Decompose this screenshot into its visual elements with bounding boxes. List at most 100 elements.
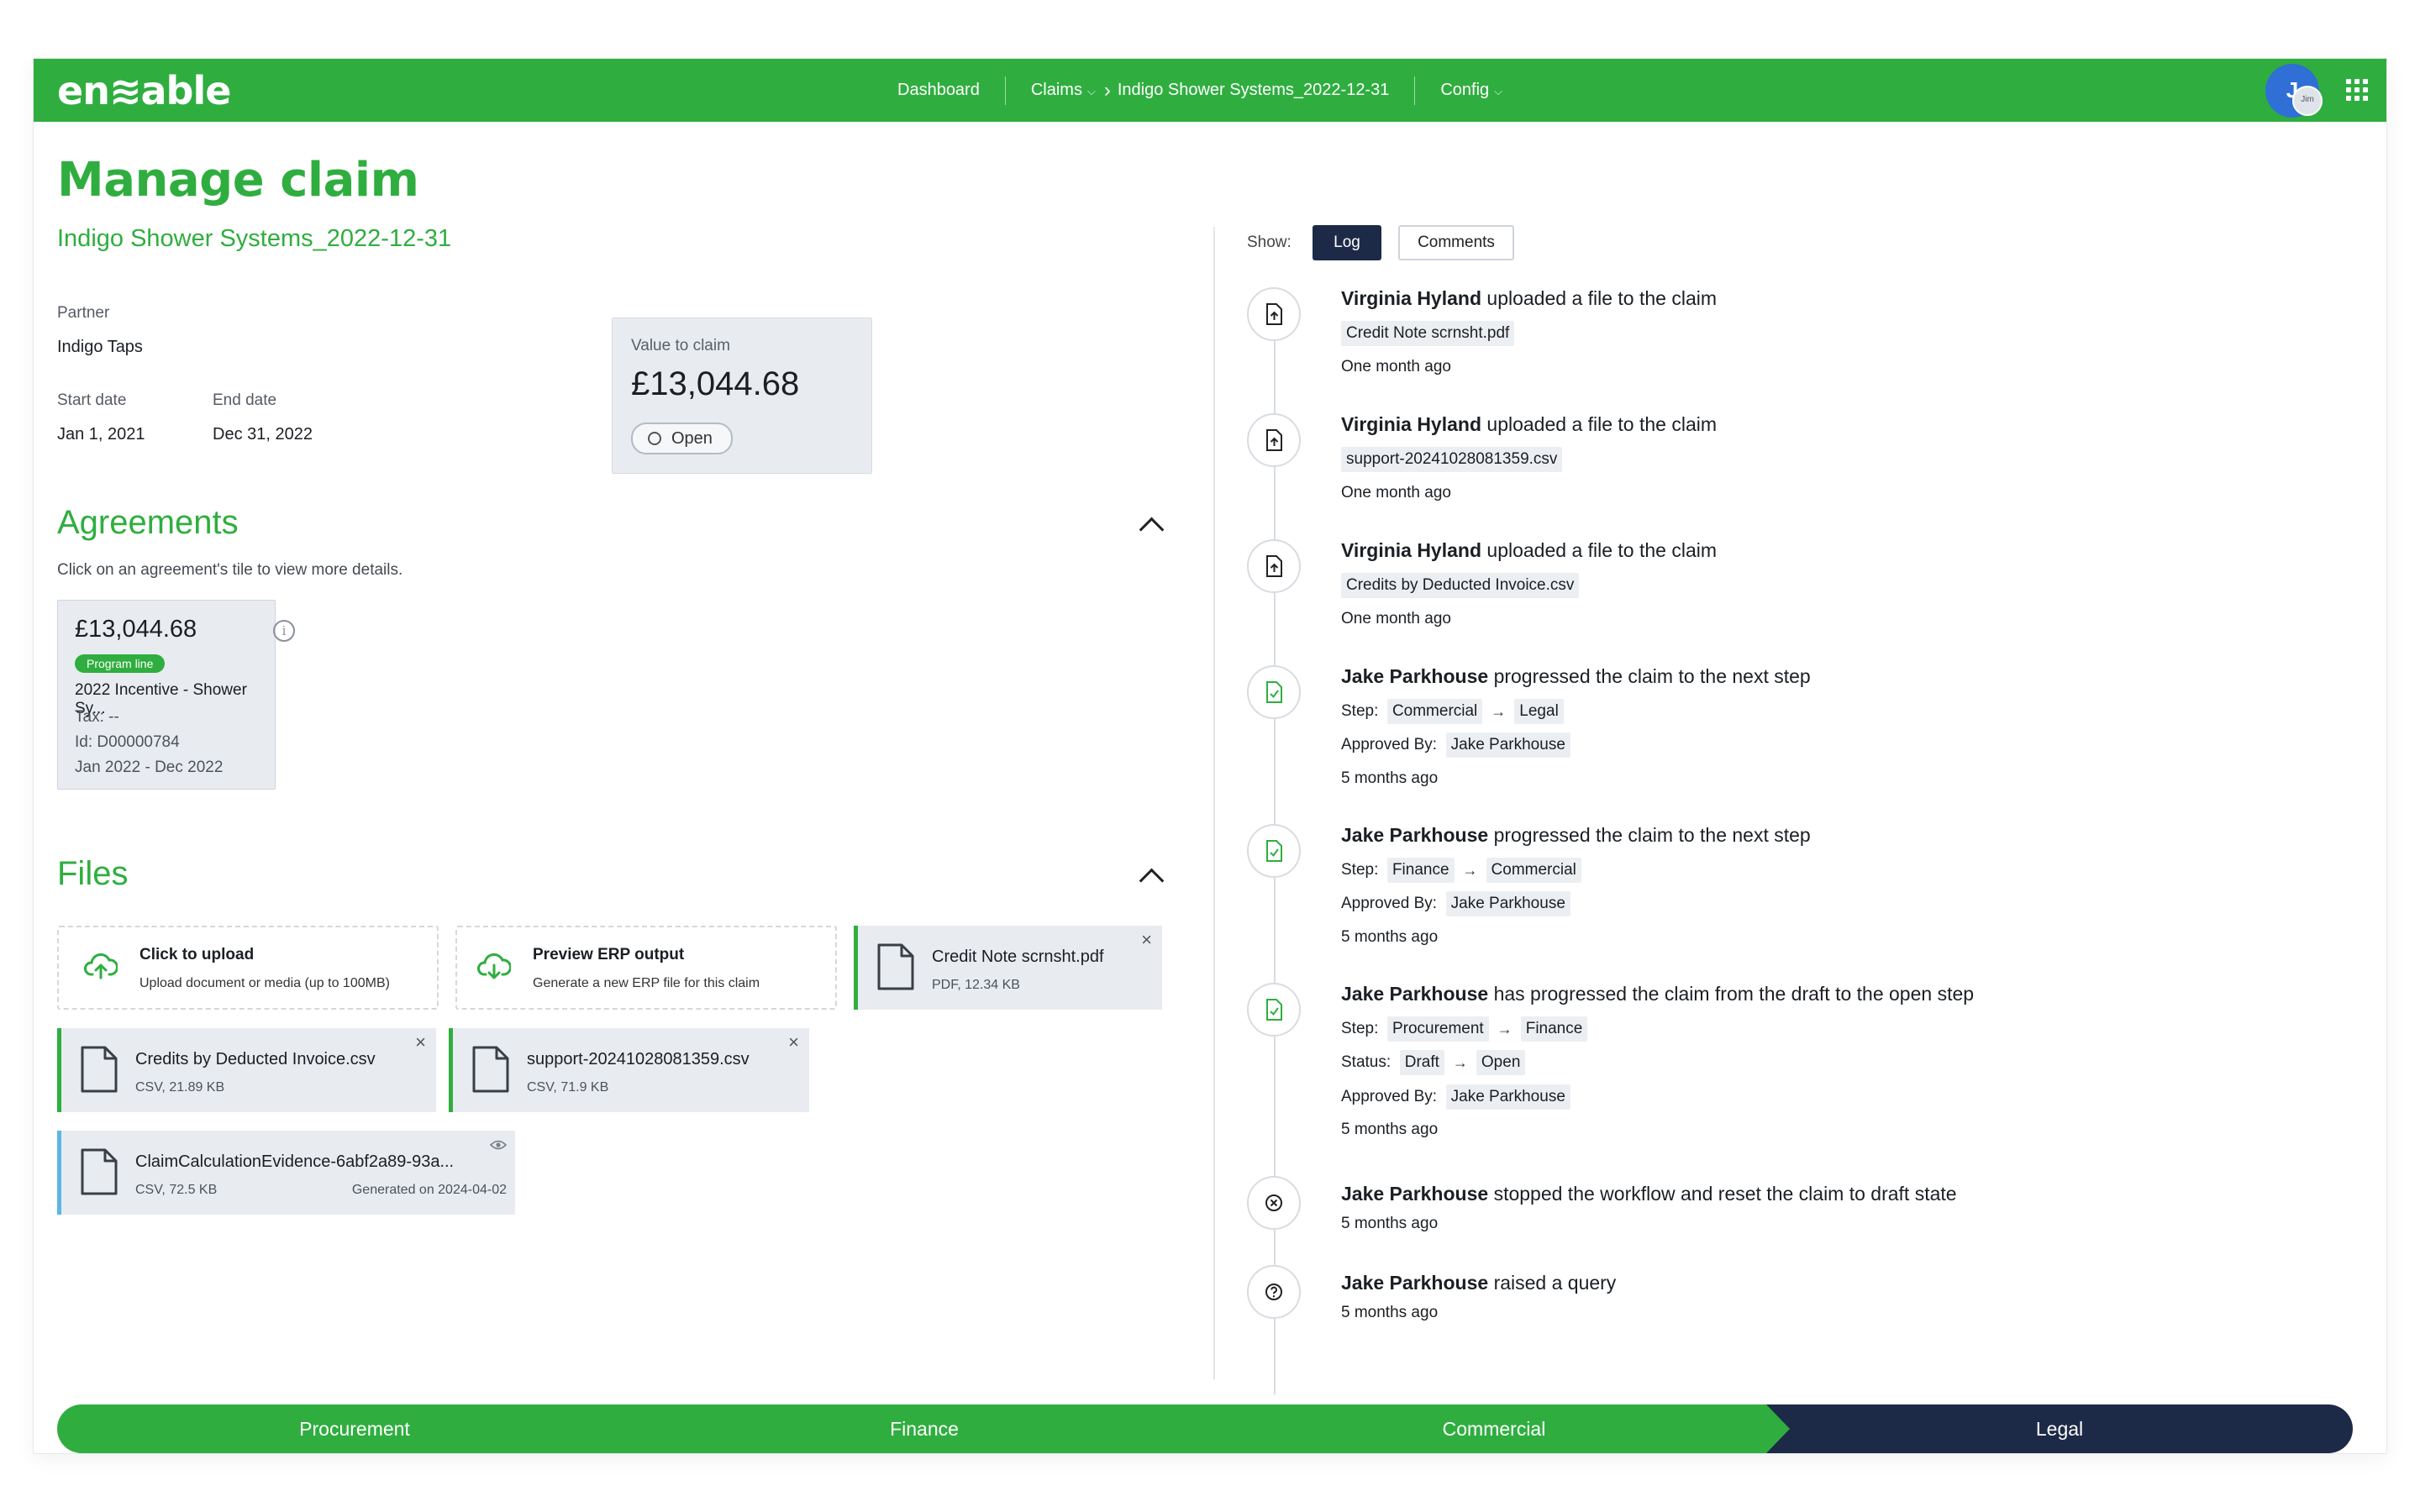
log-time: 5 months ago <box>1341 1304 1439 1321</box>
log-entry: Jake Parkhouse stopped the workflow and … <box>1247 1176 2356 1252</box>
step-legal[interactable]: Legal <box>1766 1404 2353 1453</box>
log-step-row: Step: Finance → Commercial <box>1341 858 1581 883</box>
claim-name: Indigo Shower Systems_2022-12-31 <box>57 225 452 252</box>
nav-config[interactable]: Config ⌵ <box>1440 81 1502 100</box>
status-circle-icon <box>648 432 661 445</box>
status-label: Status: <box>1341 1053 1392 1071</box>
workflow-stepper: Procurement Finance Commercial Legal <box>57 1404 2353 1453</box>
cloud-upload-icon <box>84 953 118 979</box>
log-time: One month ago <box>1341 610 1451 627</box>
log-file-row: Credit Note scrnsht.pdf <box>1341 321 1515 346</box>
log-action: progressed the claim to the next step <box>1493 665 1811 687</box>
approved-label: Approved By: <box>1341 895 1438 912</box>
file-meta: PDF, 12.34 KB <box>932 978 1020 992</box>
comments-toggle-button[interactable]: Comments <box>1398 225 1514 260</box>
approved-label: Approved By: <box>1341 1088 1438 1105</box>
collapse-files-chevron-icon[interactable] <box>1139 868 1165 894</box>
nav-dashboard[interactable]: Dashboard <box>897 81 980 100</box>
status-to-chip: Open <box>1476 1050 1526 1075</box>
file-tile[interactable]: support-20241028081359.csv CSV, 71.9 KB … <box>449 1028 809 1112</box>
file-name: Credits by Deducted Invoice.csv <box>135 1050 376 1068</box>
log-step-row: Step: Procurement → Finance <box>1341 1016 1588 1042</box>
log-actor: Jake Parkhouse <box>1341 1272 1489 1294</box>
end-date-label: End date <box>213 391 277 409</box>
log-actor: Jake Parkhouse <box>1341 665 1489 687</box>
file-document-icon <box>472 1046 509 1093</box>
approved-label: Approved By: <box>1341 736 1438 753</box>
close-icon[interactable]: × <box>415 1033 426 1052</box>
preview-erp-title: Preview ERP output <box>533 946 685 963</box>
file-name: Credit Note scrnsht.pdf <box>932 948 1104 966</box>
file-tile[interactable]: ClaimCalculationEvidence-6abf2a89-93a...… <box>57 1131 515 1215</box>
value-to-claim-card: Value to claim £13,044.68 Open <box>612 318 872 474</box>
file-check-icon <box>1247 665 1301 719</box>
collapse-agreements-chevron-icon[interactable] <box>1139 517 1165 543</box>
agreements-hint: Click on an agreement's tile to view mor… <box>57 561 403 579</box>
file-chip: Credit Note scrnsht.pdf <box>1341 321 1515 346</box>
log-entry: Jake Parkhouse progressed the claim to t… <box>1247 665 2356 808</box>
start-date-value: Jan 1, 2021 <box>57 425 145 444</box>
step-from-chip: Commercial <box>1386 699 1483 724</box>
log-time: 5 months ago <box>1341 1215 1439 1232</box>
value-amount: £13,044.68 <box>631 365 800 402</box>
file-tile[interactable]: Credits by Deducted Invoice.csv CSV, 21.… <box>57 1028 436 1112</box>
file-document-icon <box>81 1148 118 1195</box>
step-finance[interactable]: Finance <box>627 1404 1222 1453</box>
file-document-icon <box>877 943 914 990</box>
show-label: Show: <box>1247 234 1292 251</box>
chevron-down-icon: ⌵ <box>1494 85 1503 97</box>
log-toggle-button[interactable]: Log <box>1313 225 1381 260</box>
step-label: Step: <box>1341 1020 1379 1037</box>
log-entry: Virginia Hyland uploaded a file to the c… <box>1247 413 2356 522</box>
close-icon[interactable]: × <box>788 1033 799 1052</box>
app-window: en≋able Dashboard Claims ⌵ › Indigo Showe… <box>34 59 2386 1453</box>
file-meta: CSV, 71.9 KB <box>527 1080 609 1095</box>
breadcrumb-claim[interactable]: Indigo Shower Systems_2022-12-31 <box>1118 81 1390 100</box>
arrow-right-icon: → <box>1462 861 1478 879</box>
cloud-download-icon <box>477 953 511 979</box>
log-entry: Virginia Hyland uploaded a file to the c… <box>1247 539 2356 648</box>
step-commercial[interactable]: Commercial <box>1197 1404 1791 1453</box>
step-to-chip: Legal <box>1514 699 1564 724</box>
log-step-row: Step: Commercial → Legal <box>1341 699 1564 724</box>
question-circle-icon <box>1247 1265 1301 1319</box>
value-label: Value to claim <box>631 337 730 354</box>
log-entry-title: Jake Parkhouse has progressed the claim … <box>1341 983 1974 1005</box>
file-check-icon <box>1247 824 1301 878</box>
close-icon[interactable]: × <box>1141 931 1152 949</box>
log-status-row: Status: Draft → Open <box>1341 1050 1526 1075</box>
status-from-chip: Draft <box>1399 1050 1444 1075</box>
status-text: Open <box>671 428 713 448</box>
info-icon[interactable]: i <box>273 620 295 642</box>
file-upload-icon <box>1247 539 1301 593</box>
step-procurement[interactable]: Procurement <box>57 1404 652 1453</box>
log-entry-title: Virginia Hyland uploaded a file to the c… <box>1341 539 1717 562</box>
apps-grid-icon[interactable] <box>2346 79 2368 101</box>
main-nav: Dashboard Claims ⌵ › Indigo Shower System… <box>897 59 1502 122</box>
eye-icon[interactable] <box>490 1139 507 1151</box>
log-actor: Jake Parkhouse <box>1341 983 1489 1005</box>
nav-claims[interactable]: Claims ⌵ <box>1031 81 1096 100</box>
log-action: stopped the workflow and reset the claim… <box>1493 1183 1957 1205</box>
file-document-icon <box>81 1046 118 1093</box>
step-label: Step: <box>1341 702 1379 720</box>
approver-chip: Jake Parkhouse <box>1445 1084 1570 1110</box>
step-to-chip: Finance <box>1520 1016 1588 1042</box>
log-time: 5 months ago <box>1341 928 1439 946</box>
partner-value: Indigo Taps <box>57 338 143 356</box>
log-action: progressed the claim to the next step <box>1493 824 1811 846</box>
agreement-tile[interactable]: £13,044.68 i Program line 2022 Incentive… <box>57 600 295 790</box>
user-avatar[interactable]: J Jim <box>2265 64 2323 118</box>
log-action: uploaded a file to the claim <box>1486 287 1718 309</box>
partner-label: Partner <box>57 304 110 322</box>
arrow-right-icon: → <box>1497 1020 1512 1037</box>
enable-logo[interactable]: en≋able <box>57 67 231 114</box>
preview-erp-tile[interactable]: Preview ERP output Generate a new ERP fi… <box>455 926 837 1010</box>
file-check-icon <box>1247 983 1301 1037</box>
file-tile[interactable]: Credit Note scrnsht.pdf PDF, 12.34 KB × <box>854 926 1162 1010</box>
log-entry-title: Virginia Hyland uploaded a file to the c… <box>1341 413 1717 436</box>
end-date-value: Dec 31, 2022 <box>213 425 313 444</box>
status-badge: Open <box>631 423 733 454</box>
log-time: 5 months ago <box>1341 1121 1439 1138</box>
upload-file-tile[interactable]: Click to upload Upload document or media… <box>57 926 439 1010</box>
